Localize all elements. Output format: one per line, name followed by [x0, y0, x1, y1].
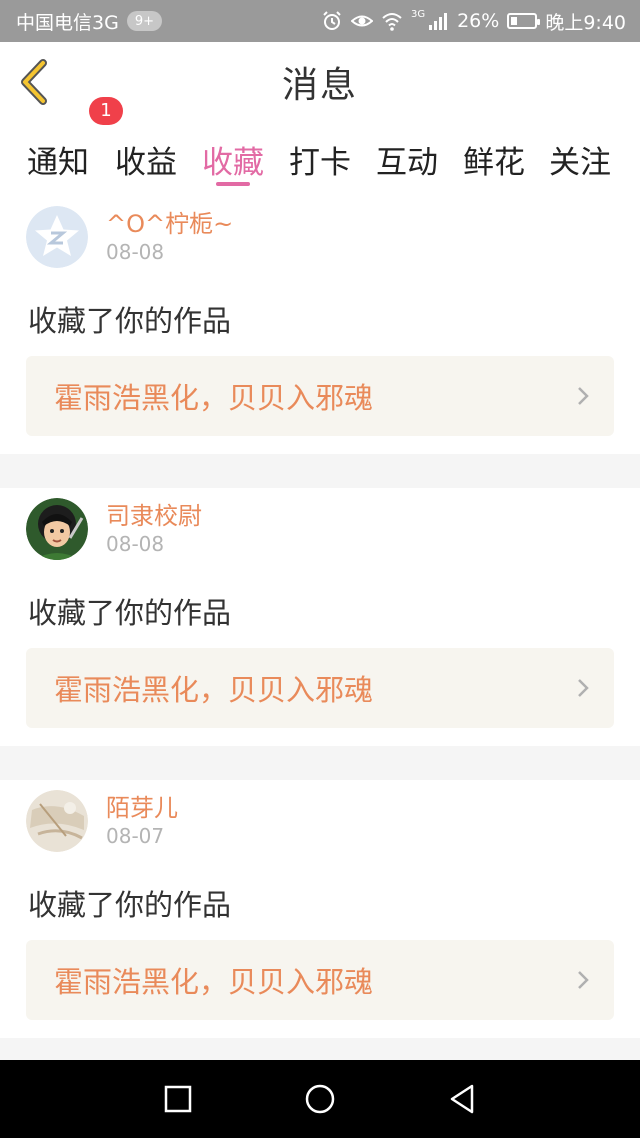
username[interactable]: 司隶校尉 — [106, 496, 202, 531]
tab-label: 通知 — [27, 144, 89, 181]
tab-label: 关注 — [549, 144, 611, 181]
user-row[interactable]: ^O^柠栀~ 08-08 — [26, 206, 406, 268]
action-text: 收藏了你的作品 — [28, 888, 232, 922]
username[interactable]: 陌芽儿 — [106, 788, 178, 823]
chevron-right-icon — [578, 679, 589, 697]
favorites-feed: ^O^柠栀~ 08-08 收藏了你的作品 霍雨浩黑化，贝贝入邪魂 司隶校尉 08… — [0, 196, 640, 1038]
status-right: 3G 26% 晚上9:40 — [321, 0, 626, 42]
tab-bar: 通知 收益 1 收藏 打卡 互动 鲜花 关注 — [0, 96, 640, 196]
tab-favorites[interactable]: 收藏 — [191, 122, 275, 196]
user-row[interactable]: 陌芽儿 08-07 — [26, 790, 406, 852]
system-nav-bar — [0, 1060, 640, 1138]
recent-apps-button[interactable] — [148, 1072, 208, 1126]
tab-earnings[interactable]: 收益 1 — [89, 96, 188, 196]
tab-label: 收藏 — [202, 144, 264, 181]
tab-notifications[interactable]: 通知 — [16, 122, 100, 196]
username[interactable]: ^O^柠栀~ — [106, 204, 233, 239]
work-title: 霍雨浩黑化，贝贝入邪魂 — [54, 965, 374, 999]
tab-interaction[interactable]: 互动 — [365, 122, 449, 196]
wifi-icon — [382, 13, 402, 31]
eye-icon — [350, 15, 373, 27]
qq-default-avatar-icon — [26, 206, 88, 268]
date: 08-08 — [106, 532, 165, 556]
circle-icon — [305, 1084, 335, 1114]
avatar[interactable] — [26, 206, 88, 268]
tab-label-wrap: 收益 1 — [89, 96, 177, 182]
user-meta: 司隶校尉 08-08 — [106, 498, 406, 560]
square-icon — [164, 1085, 192, 1113]
work-title: 霍雨浩黑化，贝贝入邪魂 — [54, 673, 374, 707]
user-row[interactable]: 司隶校尉 08-08 — [26, 498, 406, 560]
back-button[interactable] — [14, 54, 54, 110]
back-nav-button[interactable] — [432, 1072, 492, 1126]
tab-flowers[interactable]: 鲜花 — [452, 122, 536, 196]
status-bar: 中国电信3G 9+ 3G 26% 晚上9:40 — [0, 0, 640, 42]
battery-icon — [507, 13, 541, 29]
battery-level-fill — [511, 17, 518, 25]
app-root: 中国电信3G 9+ 3G 26% 晚上9:40 消息 通知 收益 1 收藏 打卡… — [0, 0, 640, 1138]
notification-count-badge: 9+ — [126, 11, 162, 31]
unread-badge: 1 — [89, 96, 123, 125]
avatar[interactable] — [26, 790, 88, 852]
list-item: 陌芽儿 08-07 收藏了你的作品 霍雨浩黑化，贝贝入邪魂 — [0, 780, 640, 1038]
cartoon-warrior-avatar-icon — [26, 498, 88, 560]
work-title: 霍雨浩黑化，贝贝入邪魂 — [54, 381, 374, 415]
triangle-back-icon — [450, 1084, 474, 1114]
date: 08-08 — [106, 240, 165, 264]
user-meta: 陌芽儿 08-07 — [106, 790, 406, 852]
signal-icon — [429, 13, 448, 30]
network-type-label: 3G — [410, 9, 426, 20]
clock: 晚上9:40 — [545, 11, 626, 34]
photo-avatar-icon — [26, 790, 88, 852]
tab-label: 鲜花 — [463, 144, 525, 181]
list-item: 司隶校尉 08-08 收藏了你的作品 霍雨浩黑化，贝贝入邪魂 — [0, 488, 640, 746]
action-text: 收藏了你的作品 — [28, 304, 232, 338]
carrier-label: 中国电信3G — [16, 11, 119, 34]
tab-label: 互动 — [376, 144, 438, 181]
active-tab-indicator — [216, 182, 250, 186]
work-link[interactable]: 霍雨浩黑化，贝贝入邪魂 — [26, 940, 614, 1020]
work-link[interactable]: 霍雨浩黑化，贝贝入邪魂 — [26, 356, 614, 436]
tab-follow[interactable]: 关注 — [538, 122, 622, 196]
user-meta: ^O^柠栀~ 08-08 — [106, 206, 406, 268]
home-button[interactable] — [290, 1072, 350, 1126]
chevron-right-icon — [578, 387, 589, 405]
date: 08-07 — [106, 824, 165, 848]
list-item: ^O^柠栀~ 08-08 收藏了你的作品 霍雨浩黑化，贝贝入邪魂 — [0, 196, 640, 454]
action-text: 收藏了你的作品 — [28, 596, 232, 630]
status-left: 中国电信3G 9+ — [16, 0, 162, 42]
chevron-right-icon — [578, 971, 589, 989]
avatar[interactable] — [26, 498, 88, 560]
work-link[interactable]: 霍雨浩黑化，贝贝入邪魂 — [26, 648, 614, 728]
tab-checkin[interactable]: 打卡 — [278, 122, 362, 196]
tab-label: 收益 — [115, 144, 177, 181]
alarm-icon — [323, 11, 341, 30]
tab-label: 打卡 — [289, 144, 351, 181]
back-arrow-icon — [21, 59, 47, 105]
battery-percent: 26% — [457, 10, 500, 32]
